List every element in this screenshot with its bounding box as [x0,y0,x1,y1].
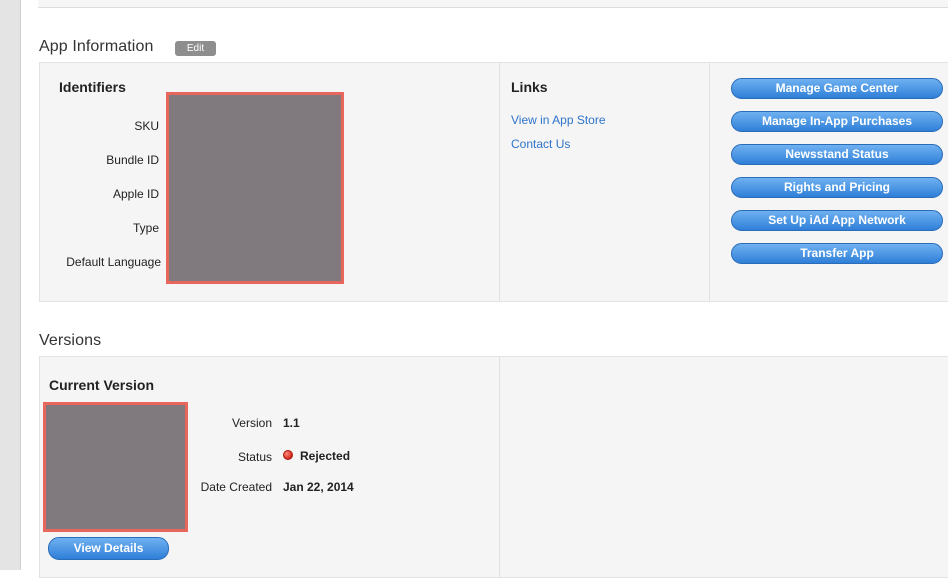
column-divider [499,357,500,577]
links-heading: Links [511,79,548,95]
versions-title: Versions [39,332,102,349]
transfer-app-button[interactable]: Transfer App [731,243,943,264]
column-divider [709,63,710,301]
status-label: Status [237,450,272,464]
edit-button[interactable]: Edit [175,41,216,56]
newsstand-status-button[interactable]: Newsstand Status [731,144,943,165]
redacted-identifier-values [166,92,344,284]
bundle-id-label: Bundle ID [106,153,159,167]
contact-us-link[interactable]: Contact Us [511,137,570,151]
column-divider [499,63,500,301]
rejected-status-icon [283,450,293,460]
type-label: Type [132,221,159,235]
manage-game-center-button[interactable]: Manage Game Center [731,78,943,99]
manage-in-app-purchases-button[interactable]: Manage In-App Purchases [731,111,943,132]
default-language-label: Default Language [66,255,161,269]
previous-section-panel [38,0,948,8]
date-created-value: Jan 22, 2014 [283,480,354,494]
redacted-app-icon [43,402,188,532]
version-value: 1.1 [283,416,300,430]
set-up-iad-app-network-button[interactable]: Set Up iAd App Network [731,210,943,231]
app-information-title: App Information [39,38,154,55]
view-details-button[interactable]: View Details [48,537,169,560]
identifiers-heading: Identifiers [59,79,126,95]
current-version-heading: Current Version [49,377,155,393]
date-created-label: Date Created [200,480,272,494]
version-label: Version [231,416,272,430]
sku-label: SKU [134,119,159,133]
apple-id-label: Apple ID [112,187,159,201]
rights-and-pricing-button[interactable]: Rights and Pricing [731,177,943,198]
left-rail [0,0,21,570]
status-value: Rejected [300,449,351,463]
view-in-app-store-link[interactable]: View in App Store [511,113,606,127]
